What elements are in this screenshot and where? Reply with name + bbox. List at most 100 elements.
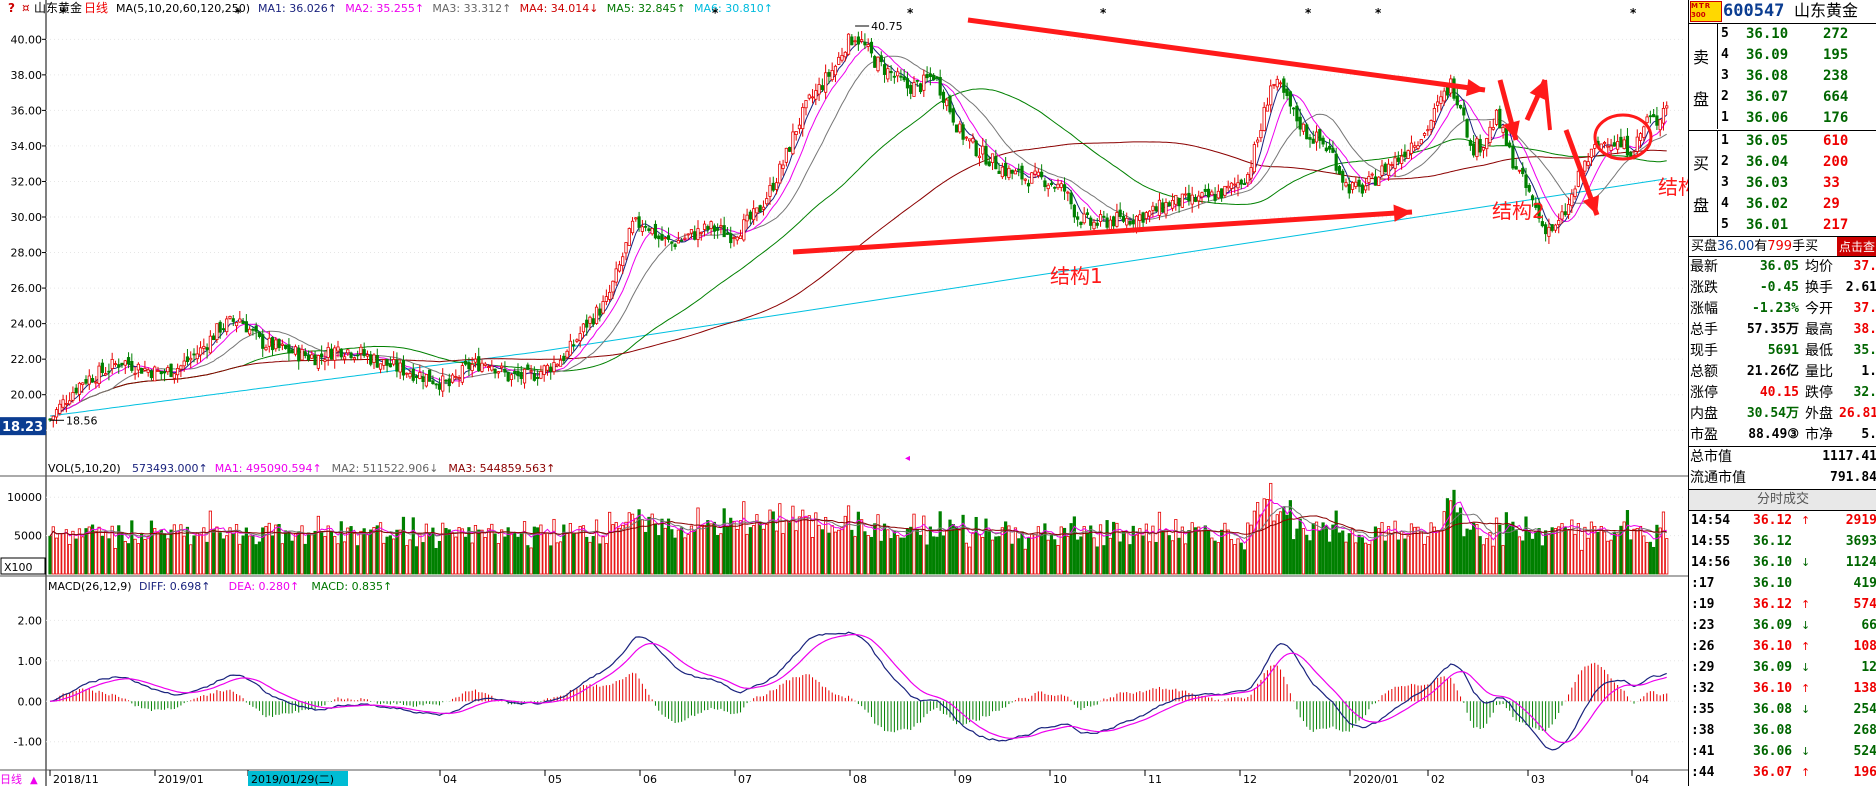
tick-row: 14:54 36.12 ↑ 2919 <box>1689 511 1876 531</box>
candle-body <box>113 363 118 366</box>
candle-body <box>117 364 121 368</box>
candle-body <box>1085 212 1090 216</box>
volume-bar <box>699 525 703 575</box>
volume-bar <box>778 503 782 575</box>
candle-body <box>1210 191 1214 196</box>
header-ma-value: MA3: 33.312↑ <box>432 2 511 15</box>
stats-row: 涨跌 -0.45 换手 2.61 <box>1689 278 1876 298</box>
candle-body <box>1619 136 1623 148</box>
candle-body <box>902 76 906 81</box>
volume-bar <box>54 537 59 575</box>
logo-letters: MTR <box>1691 2 1712 10</box>
candle-body <box>1468 140 1472 146</box>
volume-bar <box>1148 541 1152 575</box>
tick-row: :44 36.07 ↑ 196 <box>1689 763 1876 783</box>
candle-body <box>738 235 743 240</box>
volume-bar <box>460 528 464 575</box>
volume-bar <box>1334 510 1338 575</box>
volume-bar <box>1573 533 1577 575</box>
candle-body <box>90 378 95 383</box>
candle-body <box>1049 182 1054 185</box>
volume-bar <box>382 542 386 575</box>
help-icon[interactable]: ? <box>8 1 15 15</box>
scroll-up-icon[interactable]: ▲ <box>30 775 38 786</box>
volume-bar <box>987 531 991 575</box>
candle-body <box>565 350 569 358</box>
header-period[interactable]: 日线 <box>84 1 108 15</box>
volume-bar <box>297 531 301 575</box>
volume-bar <box>71 530 75 575</box>
candle-body <box>473 358 478 363</box>
volume-bar <box>542 533 546 575</box>
candle-body <box>791 131 795 155</box>
volume-bar <box>572 533 576 575</box>
macd-legend-value: MACD: 0.835↑ <box>311 580 392 593</box>
candle-body <box>784 147 788 163</box>
volume-bar <box>1540 545 1544 575</box>
candle-body <box>280 343 284 346</box>
volume-bar <box>270 535 275 575</box>
kline-chart[interactable]: ? ¤ 山东黄金 日线 MA(5,10,20,60,120,250) MA1: 36.02… <box>0 0 1688 786</box>
candle-body <box>1184 193 1188 196</box>
volume-bar <box>251 534 255 575</box>
volume-bar <box>846 505 851 575</box>
candle-body <box>87 375 91 385</box>
tick-direction-icon: ↓ <box>1801 619 1811 632</box>
volume-bar <box>454 536 458 575</box>
candle-body <box>833 65 838 76</box>
buy-summary-text: 买盘36.00有799手买 <box>1691 237 1818 257</box>
volume-bar <box>1108 537 1112 575</box>
candle-body <box>1036 171 1040 176</box>
candle-body <box>1465 119 1469 138</box>
candle-body <box>1321 137 1325 145</box>
ask-price: 36.09 <box>1746 47 1789 63</box>
candle-body <box>634 217 638 220</box>
tick-price: 36.07 <box>1753 765 1793 780</box>
candle-body <box>846 33 851 55</box>
date-tick-label: 10 <box>1053 773 1067 786</box>
ask-row: 5 36.10 272 <box>1689 24 1876 44</box>
candle-body <box>401 360 406 376</box>
volume-bar <box>1566 529 1571 575</box>
candle-body <box>61 399 65 408</box>
candle-body <box>663 237 667 240</box>
volume-bar <box>97 526 101 575</box>
candle-body <box>74 387 78 394</box>
volume-bar <box>935 536 939 575</box>
candle-body <box>365 354 370 357</box>
volume-bar <box>1465 528 1469 575</box>
volume-bar <box>1341 530 1345 575</box>
candle-body <box>706 226 710 230</box>
candle-body <box>676 240 680 244</box>
stock-code: 600547 <box>1723 1 1785 21</box>
candle-body <box>1658 119 1662 131</box>
volume-bar <box>522 521 527 575</box>
candle-body <box>493 368 497 374</box>
volume-bar <box>1400 531 1404 575</box>
candle-body <box>732 237 736 239</box>
volume-bar <box>686 534 690 575</box>
period-tab[interactable]: 日线 <box>0 772 22 786</box>
volume-bar <box>509 532 514 575</box>
volume-bar <box>519 532 523 575</box>
macd-legend: MACD(26,12,9) <box>48 580 132 593</box>
candle-body <box>483 363 487 366</box>
volume-bar <box>879 540 883 575</box>
volume-bar <box>1606 540 1610 575</box>
candle-body <box>470 363 474 371</box>
candle-body <box>1334 153 1338 171</box>
stat-value: -1.23% <box>1752 301 1799 316</box>
candle-body <box>522 368 527 384</box>
candle-body <box>68 400 72 405</box>
candle-body <box>1478 138 1482 153</box>
quick-buy-button[interactable]: 点击查 <box>1837 237 1876 257</box>
volume-bar <box>918 534 923 575</box>
candle-body <box>968 138 972 142</box>
candle-body <box>254 325 258 332</box>
candle-body <box>1416 145 1420 149</box>
volume-bar <box>1200 530 1204 575</box>
candle-body <box>1341 170 1345 183</box>
volume-bar <box>797 516 802 575</box>
candle-body <box>912 82 916 97</box>
volume-bar <box>1357 534 1361 575</box>
